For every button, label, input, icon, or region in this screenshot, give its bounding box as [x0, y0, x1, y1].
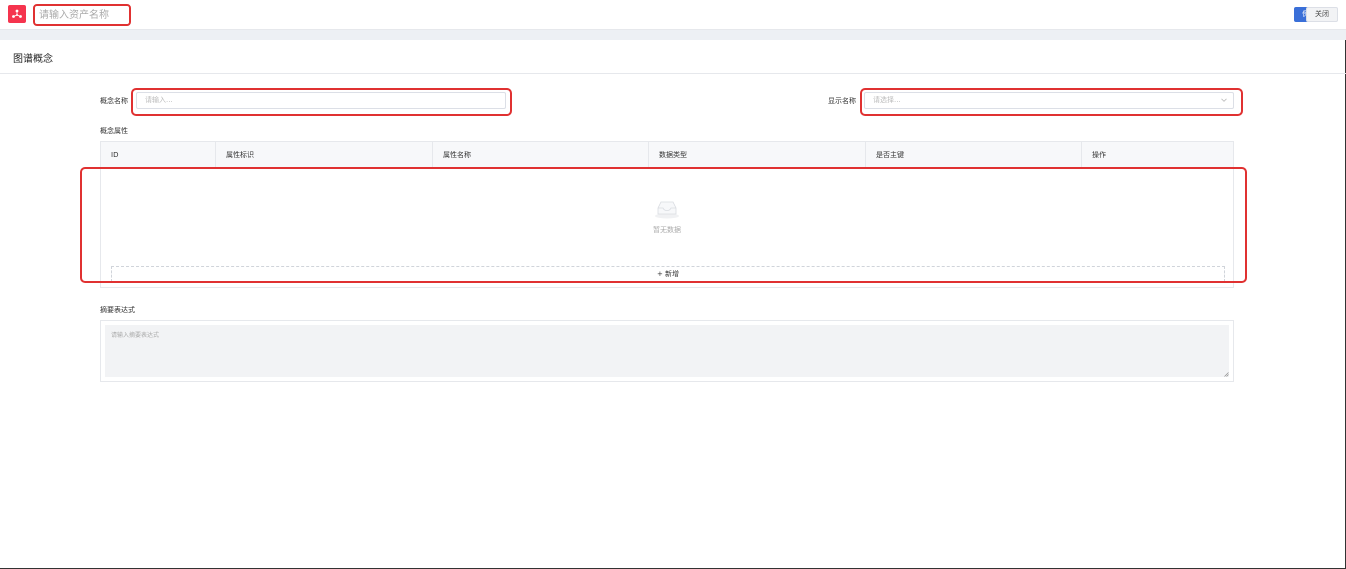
column-header-id: ID [101, 142, 216, 168]
asset-name-input[interactable] [33, 4, 131, 26]
column-header-data-type: 数据类型 [649, 142, 866, 168]
summary-expression-label: 摘要表达式 [100, 306, 135, 314]
page-title: 图谱概念 [13, 54, 53, 65]
display-name-select[interactable]: 请选择... [864, 92, 1234, 109]
add-attribute-button[interactable]: + 新增 [111, 266, 1225, 282]
concept-name-input[interactable]: 请输入... [136, 92, 506, 109]
column-header-attribute-name: 属性名称 [433, 142, 649, 168]
page: 保存 关闭 图谱概念 概念名称 请输入... 显示名称 请选择... 概念属性 … [0, 0, 1346, 569]
display-name-select-value: 请选择... [873, 96, 901, 104]
column-header-primary-key: 是否主键 [866, 142, 1082, 168]
empty-text: 暂无数据 [653, 226, 681, 234]
concept-name-label: 概念名称 [100, 97, 128, 105]
summary-expression-placeholder: 请输入摘要表达式 [105, 325, 1229, 377]
table-header: ID 属性标识 属性名称 数据类型 是否主键 操作 [101, 142, 1233, 168]
table-empty-state: 暂无数据 [101, 169, 1233, 261]
attributes-table: ID 属性标识 属性名称 数据类型 是否主键 操作 暂无数据 + 新增 [100, 141, 1234, 288]
summary-expression-textarea[interactable]: 请输入摘要表达式 [100, 320, 1234, 382]
empty-inbox-icon [655, 201, 679, 219]
close-button[interactable]: 关闭 [1306, 7, 1338, 22]
display-name-label: 显示名称 [828, 97, 856, 105]
resize-handle-icon[interactable] [1224, 372, 1229, 377]
app-logo-icon [8, 5, 26, 23]
concept-attributes-label: 概念属性 [100, 127, 128, 135]
title-divider [0, 73, 1346, 74]
header-divider-band [0, 30, 1346, 40]
top-bar: 保存 关闭 [0, 0, 1346, 30]
chevron-down-icon [1221, 98, 1227, 102]
column-header-actions: 操作 [1092, 151, 1106, 159]
column-header-attribute-id: 属性标识 [216, 142, 433, 168]
